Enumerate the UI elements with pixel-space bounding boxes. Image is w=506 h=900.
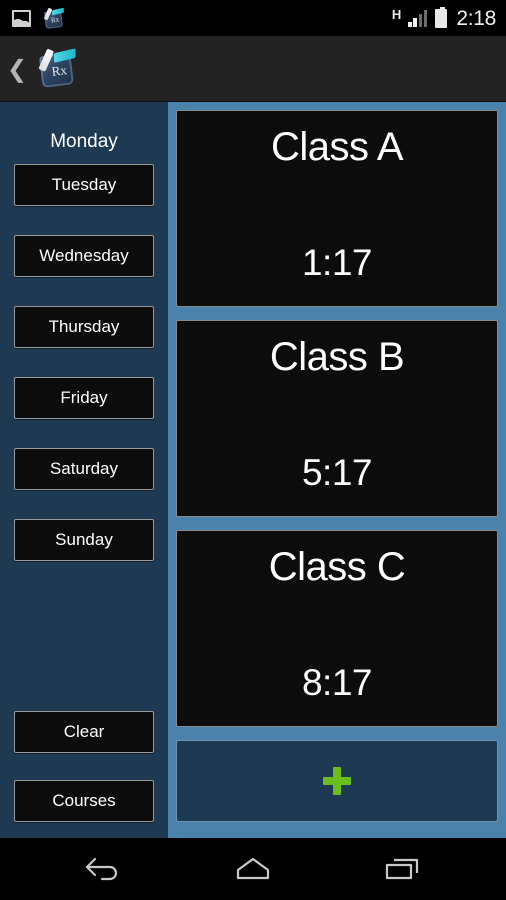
signal-bars-icon [408, 9, 428, 27]
current-day-label: Monday [50, 131, 118, 152]
courses-button[interactable]: Courses [14, 780, 154, 822]
class-name: Class B [269, 335, 405, 379]
class-time: 8:17 [301, 662, 373, 704]
add-class-button[interactable] [176, 740, 498, 822]
sidebar-item-tuesday[interactable]: Tuesday [14, 164, 154, 206]
sidebar-item-thursday[interactable]: Thursday [14, 306, 154, 348]
sidebar-item-saturday[interactable]: Saturday [14, 448, 154, 490]
class-card[interactable]: Class B 5:17 [176, 320, 498, 517]
sidebar-item-sunday[interactable]: Sunday [14, 519, 154, 561]
nav-recents-button[interactable] [371, 847, 433, 891]
class-card[interactable]: Class A 1:17 [176, 110, 498, 307]
clear-button[interactable]: Clear [14, 711, 154, 753]
class-card[interactable]: Class C 8:17 [176, 530, 498, 727]
pocket-icon-label: Rx [50, 15, 60, 24]
nav-home-button[interactable] [222, 847, 284, 891]
class-time: 1:17 [301, 242, 373, 284]
class-name: Class C [268, 545, 406, 589]
network-type-label: H [391, 6, 402, 22]
recents-icon [385, 858, 418, 880]
plus-icon [322, 766, 352, 796]
nav-back-button[interactable] [73, 847, 135, 891]
back-chevron-icon[interactable]: ❮ [6, 47, 28, 91]
home-icon [236, 857, 270, 880]
back-icon [86, 857, 118, 881]
app-icon-label: Rx [50, 63, 68, 80]
pocket-flap-shape [52, 7, 64, 15]
status-bar-clock: 2:18 [456, 6, 496, 30]
sidebar-actions: Clear Courses [14, 711, 154, 838]
action-bar: ❮ Rx [0, 36, 506, 102]
app-screen: Rx H 2:18 ❮ Rx Monday Tuesday Wednesday [0, 0, 506, 900]
battery-icon [435, 6, 448, 28]
android-nav-bar [0, 838, 506, 900]
day-sidebar: Monday Tuesday Wednesday Thursday Friday… [0, 102, 168, 838]
pocket-app-icon[interactable]: Rx [37, 48, 78, 88]
class-time: 5:17 [301, 452, 373, 494]
sidebar-item-friday[interactable]: Friday [14, 377, 154, 419]
class-name: Class A [270, 125, 404, 169]
pocket-app-notification-icon: Rx [43, 7, 65, 29]
class-list-panel: Class A 1:17 Class B 5:17 Class C 8:17 [168, 102, 506, 838]
main-content: Monday Tuesday Wednesday Thursday Friday… [0, 102, 506, 838]
sidebar-item-wednesday[interactable]: Wednesday [14, 235, 154, 277]
screenshot-icon [12, 9, 31, 27]
status-bar-right-icons: H 2:18 [391, 6, 496, 30]
status-bar: Rx H 2:18 [0, 0, 506, 36]
status-bar-left-icons: Rx [12, 7, 65, 29]
